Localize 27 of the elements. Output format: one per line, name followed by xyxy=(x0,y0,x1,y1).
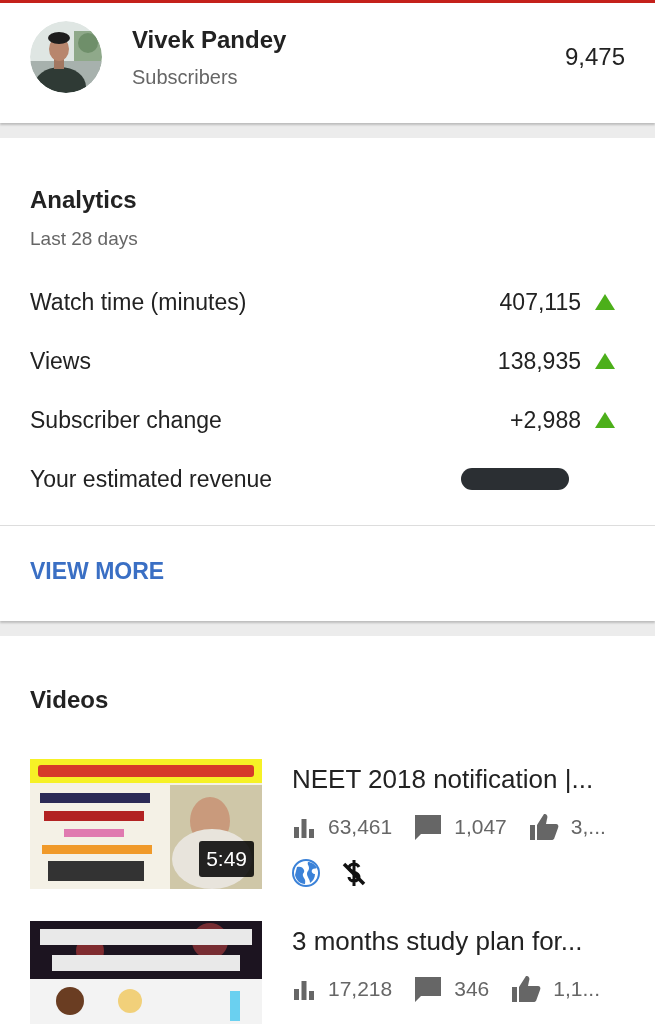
subscriber-count: 9,475 xyxy=(564,43,625,71)
metric-value: 407,115 xyxy=(499,288,581,316)
likes-count: 3,... xyxy=(570,815,606,839)
views-count: 17,218 xyxy=(328,977,393,1001)
view-more-button[interactable]: VIEW MORE xyxy=(0,526,195,621)
views-count: 63,461 xyxy=(328,815,393,839)
metric-value: +2,988 xyxy=(510,406,581,434)
video-title[interactable]: NEET 2018 notification |... xyxy=(292,764,625,795)
likes-count: 1,1... xyxy=(553,977,600,1001)
comment-icon xyxy=(414,975,443,1003)
video-title[interactable]: 3 months study plan for... xyxy=(292,926,622,957)
thumbs-up-icon xyxy=(511,975,542,1003)
metric-label: Views xyxy=(30,347,92,375)
period-label: Last 28 days xyxy=(30,228,139,250)
comment-icon xyxy=(414,813,443,841)
metric-value: 138,935 xyxy=(497,347,581,375)
thumbs-up-icon xyxy=(528,813,559,841)
subscribers-label: Subscribers xyxy=(132,65,239,89)
metric-label: Subscriber change xyxy=(30,406,223,434)
comments-count: 1,047 xyxy=(454,815,507,839)
metric-label: Watch time (minutes) xyxy=(30,288,248,316)
comments-count: 346 xyxy=(454,977,490,1001)
channel-name: Vivek Pandey xyxy=(132,25,288,54)
section-title: Videos xyxy=(30,686,110,714)
duration-badge: 5:49 xyxy=(199,841,254,877)
metric-label: Your estimated revenue xyxy=(30,465,274,493)
section-title: Analytics xyxy=(30,186,138,214)
